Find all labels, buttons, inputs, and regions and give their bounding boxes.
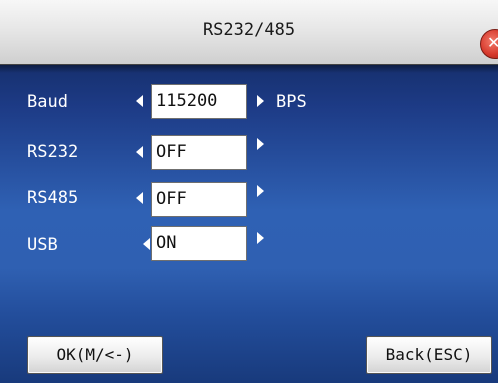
setting-label-baud: Baud [27, 92, 68, 112]
setting-label-rs232: RS232 [27, 142, 79, 162]
setting-label-rs485: RS485 [27, 188, 79, 208]
decrease-icon[interactable] [136, 146, 143, 158]
decrease-icon[interactable] [136, 192, 143, 204]
title-bar: RS232/485 ✕ [0, 0, 498, 73]
close-icon[interactable]: ✕ [480, 29, 498, 59]
comm-settings-screen: RS232/485 ✕ Baud 115200 BPS RS232 OFF RS… [0, 0, 498, 383]
increase-icon[interactable] [257, 185, 264, 197]
usb-value-field[interactable]: ON [151, 226, 247, 261]
back-button[interactable]: Back(ESC) [366, 336, 492, 374]
increase-icon[interactable] [257, 95, 264, 107]
page-title: RS232/485 [202, 20, 296, 40]
ok-button[interactable]: OK(M/<-) [27, 336, 163, 374]
increase-icon[interactable] [257, 138, 264, 150]
rs485-value-field[interactable]: OFF [151, 182, 247, 217]
decrease-icon[interactable] [143, 238, 150, 250]
baud-value-field[interactable]: 115200 [151, 84, 247, 119]
decrease-icon[interactable] [136, 95, 143, 107]
setting-label-usb: USB [27, 235, 58, 255]
increase-icon[interactable] [257, 232, 264, 244]
baud-unit-label: BPS [276, 92, 307, 112]
rs232-value-field[interactable]: OFF [151, 135, 247, 170]
